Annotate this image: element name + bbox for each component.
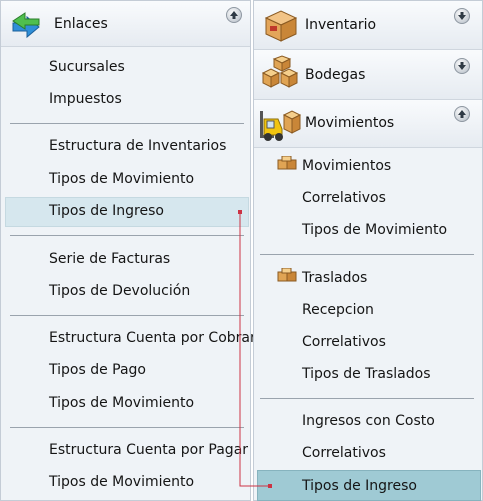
group-divider — [260, 398, 474, 399]
nav-item-impuestos[interactable]: Impuestos — [49, 85, 122, 113]
movimientos-header[interactable]: Movimientos — [254, 100, 482, 148]
nav-item-sucursales[interactable]: Sucursales — [49, 53, 125, 81]
nav-item-tipos-ingreso[interactable]: Tipos de Ingreso — [302, 472, 417, 500]
group-divider — [10, 315, 244, 316]
nav-item-tipos-movimiento-cxp[interactable]: Tipos de Movimiento — [49, 468, 194, 496]
nav-item-tipos-devolucion[interactable]: Tipos de Devolución — [49, 277, 190, 305]
inventario-header[interactable]: Inventario — [254, 1, 482, 50]
inventario-title: Inventario — [305, 17, 377, 33]
bodegas-title: Bodegas — [305, 67, 366, 83]
small-boxes-icon — [277, 267, 297, 290]
link-arrows-icon — [9, 9, 43, 58]
nav-item-estructura-cxp[interactable]: Estructura Cuenta por Pagar — [49, 436, 248, 464]
nav-item-tipos-movimiento[interactable]: Tipos de Movimiento — [302, 216, 447, 244]
nav-item-tipos-traslados[interactable]: Tipos de Traslados — [302, 360, 431, 388]
group-divider — [10, 235, 244, 236]
forklift-icon — [258, 103, 302, 162]
nav-item-tipos-pago[interactable]: Tipos de Pago — [49, 356, 146, 384]
collapse-up-icon[interactable] — [454, 106, 470, 122]
bodegas-header[interactable]: Bodegas — [254, 50, 482, 100]
nav-item-recepcion[interactable]: Recepcion — [302, 296, 374, 324]
group-divider — [10, 123, 244, 124]
movimientos-title: Movimientos — [305, 115, 395, 131]
nav-item-correlativos[interactable]: Correlativos — [302, 439, 386, 467]
nav-item-tipos-movimiento[interactable]: Tipos de Movimiento — [49, 165, 194, 193]
nav-item-tipos-ingreso[interactable]: Tipos de Ingreso — [49, 197, 164, 225]
nav-item-estructura-cxc[interactable]: Estructura Cuenta por Cobrar — [49, 324, 256, 352]
right-nav-panel: Inventario Bodegas Movimientos Movimient… — [253, 0, 483, 501]
expand-down-icon[interactable] — [454, 58, 470, 74]
group-title-traslados[interactable]: Traslados — [302, 264, 367, 292]
nav-item-serie-facturas[interactable]: Serie de Facturas — [49, 245, 170, 273]
enlaces-header[interactable]: Enlaces — [1, 1, 250, 47]
nav-item-correlativos[interactable]: Correlativos — [302, 328, 386, 356]
nav-item-estructura-inventarios[interactable]: Estructura de Inventarios — [49, 132, 226, 160]
expand-down-icon[interactable] — [454, 8, 470, 24]
small-boxes-icon — [277, 155, 297, 178]
collapse-up-icon[interactable] — [226, 7, 242, 23]
nav-item-ingresos-costo[interactable]: Ingresos con Costo — [302, 407, 435, 435]
group-divider — [10, 427, 244, 428]
nav-item-tipos-movimiento-cxc[interactable]: Tipos de Movimiento — [49, 389, 194, 417]
left-nav-panel: Enlaces Sucursales Impuestos Estructura … — [0, 0, 256, 501]
nav-item-correlativos[interactable]: Correlativos — [302, 184, 386, 212]
group-title-movimientos[interactable]: Movimientos — [302, 152, 391, 180]
group-divider — [260, 254, 474, 255]
enlaces-title: Enlaces — [54, 16, 108, 32]
